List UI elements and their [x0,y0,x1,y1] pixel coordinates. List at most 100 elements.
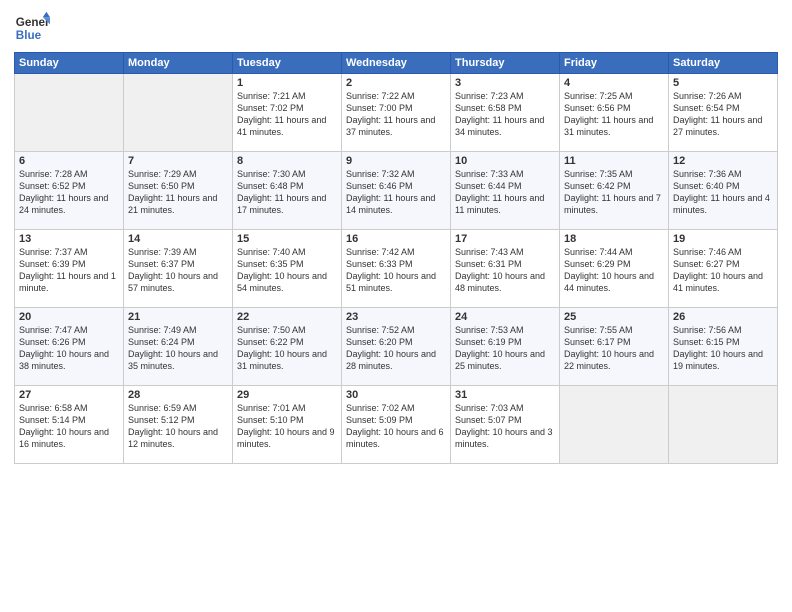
day-info: Sunrise: 7:43 AM Sunset: 6:31 PM Dayligh… [455,246,555,295]
logo: General Blue [14,10,50,46]
daylight-label: Daylight: 11 hours and 11 minutes. [455,193,544,215]
day-number: 6 [19,155,119,167]
sunset-label: Sunset: 6:29 PM [564,259,631,269]
day-number: 29 [237,389,337,401]
day-info: Sunrise: 6:58 AM Sunset: 5:14 PM Dayligh… [19,402,119,451]
day-number: 12 [673,155,773,167]
calendar-cell: 25 Sunrise: 7:55 AM Sunset: 6:17 PM Dayl… [560,308,669,386]
day-info: Sunrise: 7:50 AM Sunset: 6:22 PM Dayligh… [237,324,337,373]
day-info: Sunrise: 7:26 AM Sunset: 6:54 PM Dayligh… [673,90,773,139]
day-number: 16 [346,233,446,245]
day-info: Sunrise: 7:47 AM Sunset: 6:26 PM Dayligh… [19,324,119,373]
day-info: Sunrise: 7:01 AM Sunset: 5:10 PM Dayligh… [237,402,337,451]
day-number: 22 [237,311,337,323]
sunrise-label: Sunrise: 7:03 AM [455,403,524,413]
sunrise-label: Sunrise: 7:56 AM [673,325,742,335]
day-info: Sunrise: 7:42 AM Sunset: 6:33 PM Dayligh… [346,246,446,295]
calendar-table: SundayMondayTuesdayWednesdayThursdayFrid… [14,52,778,464]
daylight-label: Daylight: 11 hours and 4 minutes. [673,193,770,215]
calendar-week-row: 13 Sunrise: 7:37 AM Sunset: 6:39 PM Dayl… [15,230,778,308]
sunset-label: Sunset: 5:07 PM [455,415,522,425]
sunset-label: Sunset: 6:35 PM [237,259,304,269]
day-info: Sunrise: 7:53 AM Sunset: 6:19 PM Dayligh… [455,324,555,373]
day-number: 24 [455,311,555,323]
calendar-cell: 30 Sunrise: 7:02 AM Sunset: 5:09 PM Dayl… [342,386,451,464]
weekday-header: Thursday [451,53,560,74]
sunrise-label: Sunrise: 7:28 AM [19,169,88,179]
sunset-label: Sunset: 6:44 PM [455,181,522,191]
sunset-label: Sunset: 6:52 PM [19,181,86,191]
day-number: 8 [237,155,337,167]
daylight-label: Daylight: 11 hours and 37 minutes. [346,115,435,137]
daylight-label: Daylight: 11 hours and 27 minutes. [673,115,762,137]
daylight-label: Daylight: 11 hours and 41 minutes. [237,115,326,137]
day-info: Sunrise: 7:29 AM Sunset: 6:50 PM Dayligh… [128,168,228,217]
sunrise-label: Sunrise: 7:39 AM [128,247,197,257]
calendar-cell: 15 Sunrise: 7:40 AM Sunset: 6:35 PM Dayl… [233,230,342,308]
day-info: Sunrise: 7:03 AM Sunset: 5:07 PM Dayligh… [455,402,555,451]
day-info: Sunrise: 6:59 AM Sunset: 5:12 PM Dayligh… [128,402,228,451]
day-number: 3 [455,77,555,89]
day-info: Sunrise: 7:30 AM Sunset: 6:48 PM Dayligh… [237,168,337,217]
daylight-label: Daylight: 11 hours and 1 minute. [19,271,116,293]
calendar-cell: 7 Sunrise: 7:29 AM Sunset: 6:50 PM Dayli… [124,152,233,230]
weekday-header: Friday [560,53,669,74]
day-info: Sunrise: 7:40 AM Sunset: 6:35 PM Dayligh… [237,246,337,295]
sunset-label: Sunset: 7:02 PM [237,103,304,113]
day-number: 13 [19,233,119,245]
sunrise-label: Sunrise: 7:32 AM [346,169,415,179]
calendar-cell: 11 Sunrise: 7:35 AM Sunset: 6:42 PM Dayl… [560,152,669,230]
sunrise-label: Sunrise: 6:59 AM [128,403,197,413]
sunrise-label: Sunrise: 7:40 AM [237,247,306,257]
calendar-cell [124,74,233,152]
daylight-label: Daylight: 10 hours and 54 minutes. [237,271,327,293]
calendar-cell: 3 Sunrise: 7:23 AM Sunset: 6:58 PM Dayli… [451,74,560,152]
day-info: Sunrise: 7:02 AM Sunset: 5:09 PM Dayligh… [346,402,446,451]
calendar-cell: 6 Sunrise: 7:28 AM Sunset: 6:52 PM Dayli… [15,152,124,230]
daylight-label: Daylight: 10 hours and 28 minutes. [346,349,436,371]
weekday-header: Tuesday [233,53,342,74]
sunset-label: Sunset: 6:31 PM [455,259,522,269]
sunrise-label: Sunrise: 7:55 AM [564,325,633,335]
daylight-label: Daylight: 10 hours and 9 minutes. [237,427,335,449]
calendar-cell: 9 Sunrise: 7:32 AM Sunset: 6:46 PM Dayli… [342,152,451,230]
sunset-label: Sunset: 6:46 PM [346,181,413,191]
weekday-header: Wednesday [342,53,451,74]
day-info: Sunrise: 7:56 AM Sunset: 6:15 PM Dayligh… [673,324,773,373]
day-info: Sunrise: 7:55 AM Sunset: 6:17 PM Dayligh… [564,324,664,373]
day-number: 18 [564,233,664,245]
day-number: 23 [346,311,446,323]
calendar-cell: 14 Sunrise: 7:39 AM Sunset: 6:37 PM Dayl… [124,230,233,308]
day-info: Sunrise: 7:46 AM Sunset: 6:27 PM Dayligh… [673,246,773,295]
calendar-week-row: 27 Sunrise: 6:58 AM Sunset: 5:14 PM Dayl… [15,386,778,464]
day-info: Sunrise: 7:28 AM Sunset: 6:52 PM Dayligh… [19,168,119,217]
sunrise-label: Sunrise: 7:26 AM [673,91,742,101]
day-info: Sunrise: 7:36 AM Sunset: 6:40 PM Dayligh… [673,168,773,217]
day-number: 25 [564,311,664,323]
daylight-label: Daylight: 10 hours and 6 minutes. [346,427,444,449]
day-number: 26 [673,311,773,323]
day-number: 21 [128,311,228,323]
daylight-label: Daylight: 10 hours and 22 minutes. [564,349,654,371]
sunrise-label: Sunrise: 7:50 AM [237,325,306,335]
daylight-label: Daylight: 11 hours and 21 minutes. [128,193,217,215]
daylight-label: Daylight: 10 hours and 41 minutes. [673,271,763,293]
sunset-label: Sunset: 6:19 PM [455,337,522,347]
day-number: 14 [128,233,228,245]
sunrise-label: Sunrise: 7:43 AM [455,247,524,257]
calendar-cell: 22 Sunrise: 7:50 AM Sunset: 6:22 PM Dayl… [233,308,342,386]
sunset-label: Sunset: 6:40 PM [673,181,740,191]
sunrise-label: Sunrise: 6:58 AM [19,403,88,413]
day-info: Sunrise: 7:37 AM Sunset: 6:39 PM Dayligh… [19,246,119,295]
sunset-label: Sunset: 6:33 PM [346,259,413,269]
sunset-label: Sunset: 5:10 PM [237,415,304,425]
day-info: Sunrise: 7:35 AM Sunset: 6:42 PM Dayligh… [564,168,664,217]
calendar-cell: 24 Sunrise: 7:53 AM Sunset: 6:19 PM Dayl… [451,308,560,386]
calendar-cell [669,386,778,464]
sunset-label: Sunset: 6:58 PM [455,103,522,113]
calendar-cell: 10 Sunrise: 7:33 AM Sunset: 6:44 PM Dayl… [451,152,560,230]
day-number: 10 [455,155,555,167]
day-number: 1 [237,77,337,89]
daylight-label: Daylight: 10 hours and 31 minutes. [237,349,327,371]
logo-icon: General Blue [14,10,50,46]
